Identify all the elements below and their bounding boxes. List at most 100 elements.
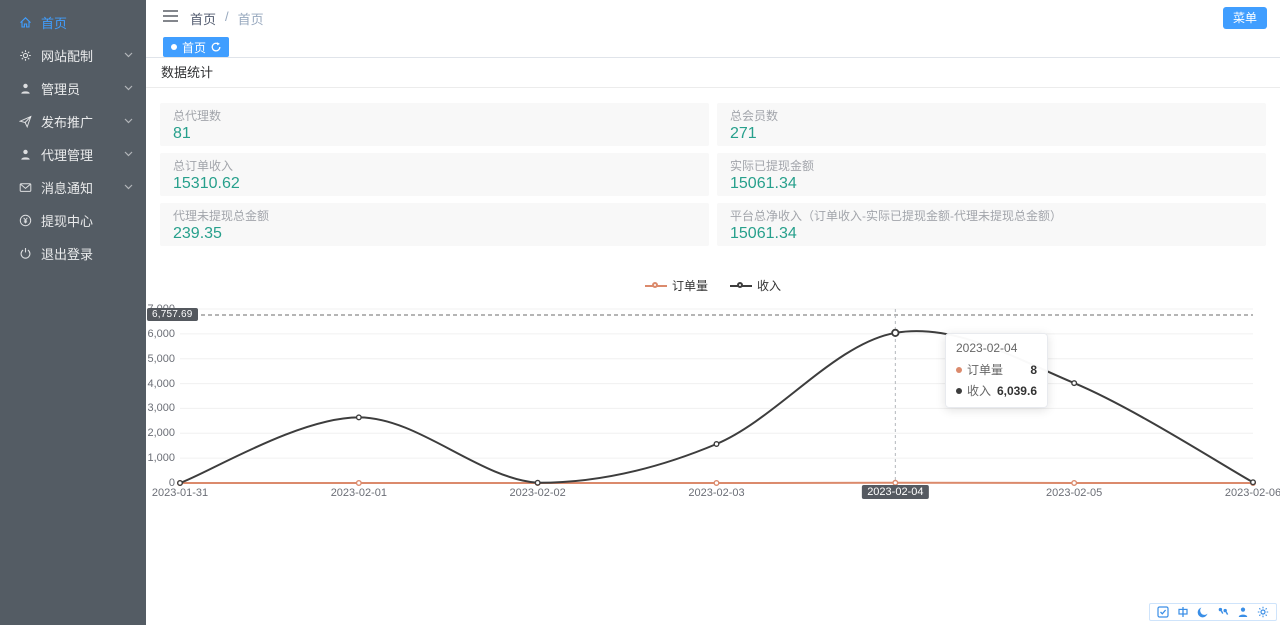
- sidebar: 首页 网站配制 管理员 发布推广 代理管理: [0, 0, 146, 625]
- breadcrumb: 首页 / 首页: [190, 9, 264, 28]
- stat-value: 15310.62: [173, 175, 696, 193]
- stat-card-unwithdrawn-amount: 代理未提现总金额 239.35: [160, 203, 709, 246]
- stat-value: 271: [730, 125, 1253, 143]
- stat-label: 总会员数: [730, 109, 1253, 124]
- legend-item-orders[interactable]: 订单量: [645, 277, 708, 294]
- section-title: 数据统计: [146, 58, 1280, 88]
- home-icon: [19, 16, 32, 29]
- x-tick-label: 2023-02-01: [331, 487, 387, 499]
- plot-area[interactable]: [180, 309, 1253, 483]
- y-tick-label: 4,000: [146, 378, 175, 390]
- stat-card-withdrawn-amount: 实际已提现金额 15061.34: [717, 153, 1266, 196]
- y-tick-label: 1,000: [146, 452, 175, 464]
- revenue-series-dot-icon: [956, 388, 962, 394]
- gear-icon[interactable]: [1257, 606, 1269, 618]
- sidebar-item-label: 代理管理: [41, 145, 93, 164]
- sidebar-item-agents[interactable]: 代理管理: [0, 138, 146, 171]
- stat-label: 总订单收入: [173, 159, 696, 174]
- markline-value-badge: 6,757.69: [147, 308, 198, 321]
- tabbar: 首页: [146, 32, 1280, 58]
- breadcrumb-current: 首页: [238, 9, 264, 28]
- sidebar-item-notifications[interactable]: 消息通知: [0, 171, 146, 204]
- keys-icon[interactable]: [1217, 606, 1229, 618]
- x-tick-label: 2023-02-03: [688, 487, 744, 499]
- y-tick-label: 2,000: [146, 427, 175, 439]
- sidebar-item-label: 提现中心: [41, 211, 93, 230]
- hamburger-icon[interactable]: [163, 10, 178, 22]
- stat-label: 总代理数: [173, 109, 696, 124]
- user-icon: [19, 148, 32, 161]
- x-tick-label-highlighted: 2023-02-04: [862, 485, 928, 499]
- stat-label: 实际已提现金额: [730, 159, 1253, 174]
- topbar: 首页 / 首页 菜单: [146, 0, 1280, 32]
- tab-label: 首页: [182, 39, 206, 56]
- chevron-down-icon: [124, 184, 133, 190]
- tooltip-series-value: 6,039.6: [997, 384, 1037, 398]
- line-marker-icon: [645, 282, 667, 290]
- stat-value: 81: [173, 125, 696, 143]
- stat-value: 239.35: [173, 225, 696, 243]
- sidebar-item-label: 管理员: [41, 79, 80, 98]
- sidebar-item-logout[interactable]: 退出登录: [0, 237, 146, 270]
- user-icon[interactable]: [1237, 606, 1249, 618]
- tooltip-row-orders: 订单量 8: [956, 361, 1037, 378]
- stat-card-total-agents: 总代理数 81: [160, 103, 709, 146]
- sidebar-item-label: 消息通知: [41, 178, 93, 197]
- tooltip-series-value: 8: [1030, 363, 1037, 377]
- send-icon: [19, 115, 32, 128]
- chart-legend: 订单量 收入: [146, 277, 1280, 294]
- line-marker-icon: [730, 282, 752, 290]
- orders-series-dot-icon: [956, 367, 962, 373]
- sidebar-item-label: 退出登录: [41, 244, 93, 263]
- sidebar-item-label: 网站配制: [41, 46, 93, 65]
- stat-card-total-order-income: 总订单收入 15310.62: [160, 153, 709, 196]
- main-content: 首页 / 首页 菜单 首页 数据统计 总代理数 81 总会员数: [146, 0, 1280, 625]
- chevron-down-icon: [124, 151, 133, 157]
- user-icon: [19, 82, 32, 95]
- breadcrumb-separator: /: [225, 9, 229, 28]
- refresh-icon[interactable]: [211, 42, 221, 52]
- stat-label: 代理未提现总金额: [173, 209, 696, 224]
- coin-icon: [19, 214, 32, 227]
- chevron-down-icon: [124, 118, 133, 124]
- tab-home[interactable]: 首页: [163, 37, 229, 57]
- sidebar-item-label: 发布推广: [41, 112, 93, 131]
- page: 首页 网站配制 管理员 发布推广 代理管理: [0, 0, 1280, 625]
- mail-icon: [19, 181, 32, 194]
- stat-cards: 总代理数 81 总会员数 271 总订单收入 15310.62 实际已提现金额 …: [160, 103, 1266, 246]
- chart-tooltip: 2023-02-04 订单量 8 收入 6,039.6: [945, 333, 1048, 408]
- moon-icon[interactable]: [1197, 606, 1209, 618]
- language-icon[interactable]: [1177, 606, 1189, 618]
- stat-card-total-members: 总会员数 271: [717, 103, 1266, 146]
- stat-value: 15061.34: [730, 175, 1253, 193]
- x-tick-label: 2023-01-31: [152, 487, 208, 499]
- power-icon: [19, 247, 32, 260]
- chevron-down-icon: [124, 52, 133, 58]
- stat-label: 平台总净收入（订单收入-实际已提现金额-代理未提现总金额）: [730, 209, 1253, 224]
- sidebar-item-label: 首页: [41, 13, 67, 32]
- tooltip-series-name: 收入: [967, 382, 991, 399]
- tooltip-title: 2023-02-04: [956, 341, 1037, 355]
- tooltip-row-revenue: 收入 6,039.6: [956, 382, 1037, 399]
- legend-label: 收入: [757, 277, 781, 294]
- check-square-icon[interactable]: [1157, 606, 1169, 618]
- legend-label: 订单量: [672, 277, 708, 294]
- sidebar-item-withdraw-center[interactable]: 提现中心: [0, 204, 146, 237]
- legend-item-revenue[interactable]: 收入: [730, 277, 781, 294]
- menu-button[interactable]: 菜单: [1223, 7, 1267, 29]
- sidebar-item-admins[interactable]: 管理员: [0, 72, 146, 105]
- breadcrumb-home[interactable]: 首页: [190, 9, 216, 28]
- line-chart: 订单量 收入 01,0002,0003,0004,0005,0006,0007,…: [146, 270, 1280, 510]
- sidebar-item-site-config[interactable]: 网站配制: [0, 39, 146, 72]
- y-tick-label: 3,000: [146, 402, 175, 414]
- x-tick-label: 2023-02-02: [510, 487, 566, 499]
- y-tick-label: 5,000: [146, 353, 175, 365]
- floating-toolbar: [1149, 603, 1277, 621]
- sidebar-item-home[interactable]: 首页: [0, 6, 146, 39]
- x-tick-label: 2023-02-05: [1046, 487, 1102, 499]
- x-tick-label: 2023-02-06: [1225, 487, 1280, 499]
- active-tab-dot-icon: [171, 44, 177, 50]
- chevron-down-icon: [124, 85, 133, 91]
- sidebar-item-publish[interactable]: 发布推广: [0, 105, 146, 138]
- gear-icon: [19, 49, 32, 62]
